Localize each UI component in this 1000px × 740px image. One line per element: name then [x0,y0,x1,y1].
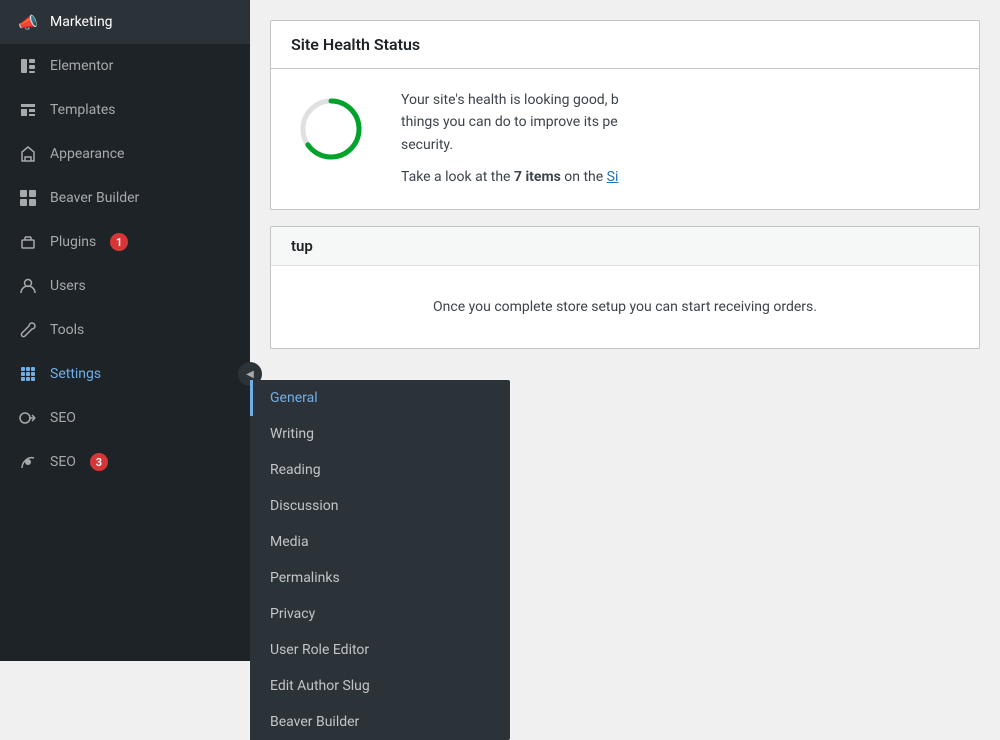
plugins-badge: 1 [110,233,128,251]
sidebar-item-appearance[interactable]: Appearance [0,132,250,176]
site-health-body: Your site's health is looking good, bthi… [271,69,979,209]
sidebar-label-marketing: Marketing [50,14,113,30]
store-setup-body: Once you complete store setup you can st… [271,266,979,348]
sidebar-item-templates[interactable]: Templates [0,88,250,132]
sidebar-label-elementor: Elementor [50,58,113,74]
sidebar-label-tools: Tools [50,322,84,338]
settings-dropdown: General Writing Reading Discussion Media… [250,380,510,740]
dropdown-item-media[interactable]: Media [250,524,510,560]
seo-icon [16,406,40,430]
sidebar-label-settings: Settings [50,366,101,382]
sidebar-label-seo2: SEO [50,454,76,470]
site-health-link[interactable]: Si [607,169,619,185]
sidebar-item-seo2[interactable]: SEO 3 [0,440,250,484]
dropdown-item-edit-author-slug[interactable]: Edit Author Slug [250,668,510,704]
health-circle [291,89,371,169]
dropdown-item-reading[interactable]: Reading [250,452,510,488]
elementor-icon [16,54,40,78]
sidebar: 📣 Marketing Elementor Templates Appearan… [0,0,250,661]
seo2-icon [16,450,40,474]
sidebar-label-users: Users [50,278,86,294]
sidebar-label-plugins: Plugins [50,234,96,250]
sidebar-label-appearance: Appearance [50,146,124,162]
dropdown-item-discussion[interactable]: Discussion [250,488,510,524]
sidebar-label-beaver-builder: Beaver Builder [50,190,139,206]
dropdown-item-user-role-editor[interactable]: User Role Editor [250,632,510,668]
dropdown-item-permalinks[interactable]: Permalinks [250,560,510,596]
sidebar-item-marketing[interactable]: 📣 Marketing [0,0,250,44]
plugins-icon [16,230,40,254]
sidebar-item-settings[interactable]: Settings ◀ [0,352,250,396]
templates-icon [16,98,40,122]
megaphone-icon: 📣 [16,10,40,34]
dropdown-item-writing[interactable]: Writing [250,416,510,452]
sidebar-item-plugins[interactable]: Plugins 1 [0,220,250,264]
sidebar-item-seo[interactable]: SEO [0,396,250,440]
sidebar-item-beaver-builder[interactable]: Beaver Builder [0,176,250,220]
sidebar-label-templates: Templates [50,102,116,118]
dropdown-item-general[interactable]: General [250,380,510,416]
appearance-icon [16,142,40,166]
store-setup-title: tup [271,227,979,266]
site-health-card: Site Health Status Your site's health is… [270,20,980,210]
sidebar-item-elementor[interactable]: Elementor [0,44,250,88]
tools-icon [16,318,40,342]
settings-icon [16,362,40,386]
dropdown-item-privacy[interactable]: Privacy [250,596,510,632]
sidebar-label-seo: SEO [50,410,76,426]
seo2-badge: 3 [90,453,108,471]
health-description: Your site's health is looking good, bthi… [401,89,619,189]
sidebar-item-tools[interactable]: Tools [0,308,250,352]
site-health-title: Site Health Status [271,21,979,69]
dropdown-item-beaver-builder-settings[interactable]: Beaver Builder [250,704,510,740]
store-setup-card: tup Once you complete store setup you ca… [270,226,980,349]
beaver-builder-icon [16,186,40,210]
users-icon [16,274,40,298]
sidebar-item-users[interactable]: Users [0,264,250,308]
